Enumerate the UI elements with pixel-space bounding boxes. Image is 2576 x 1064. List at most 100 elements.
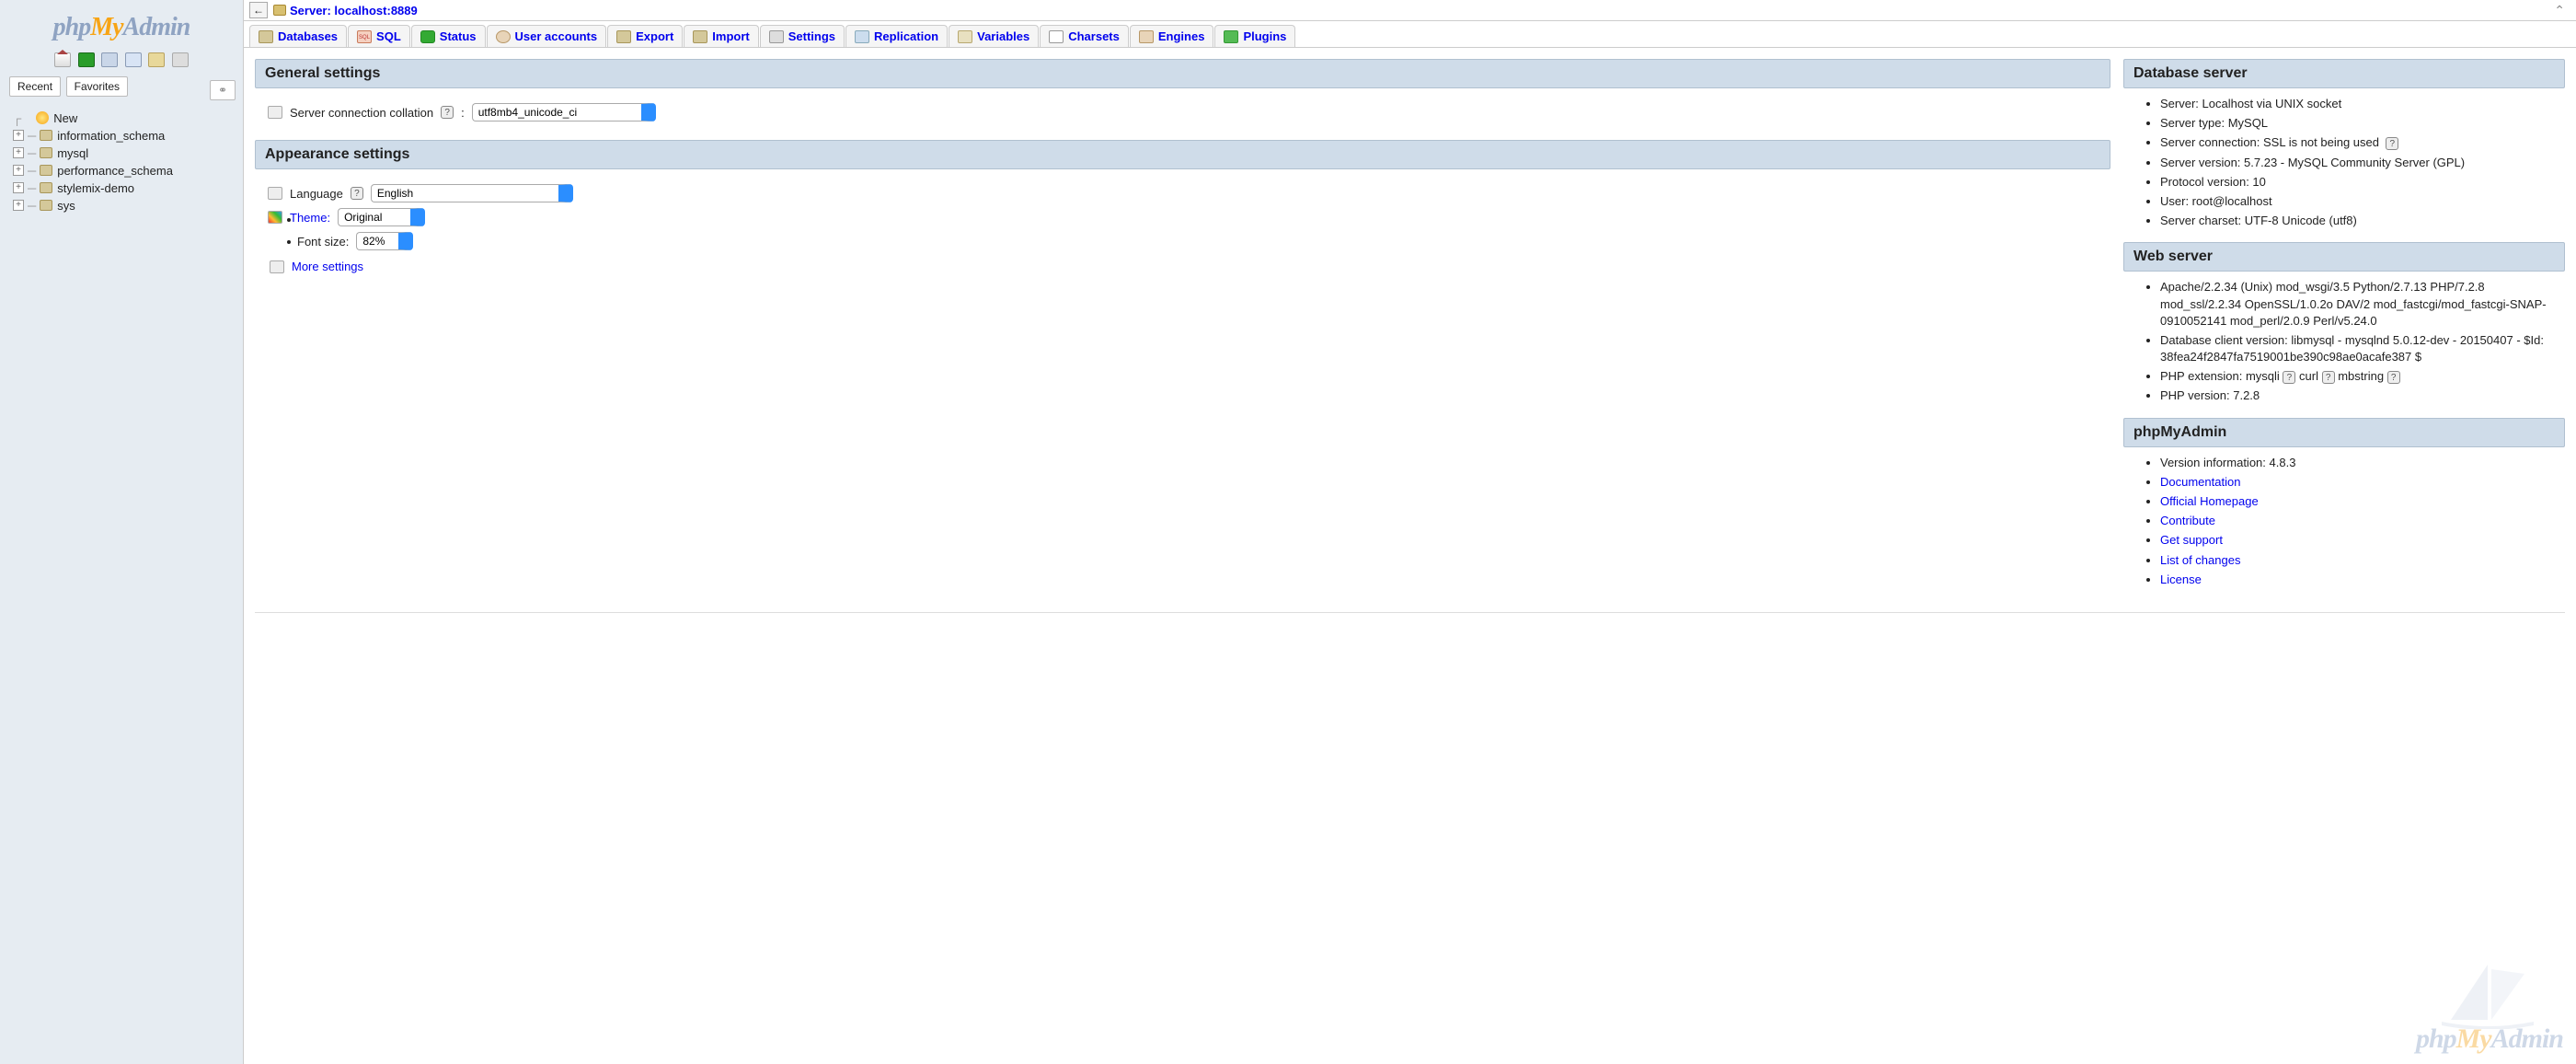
language-select[interactable]: English [371,184,573,202]
general-settings-heading: General settings [255,59,2110,88]
appearance-settings-heading: Appearance settings [255,140,2110,169]
more-settings-link[interactable]: More settings [292,260,363,273]
expand-icon[interactable]: + [13,147,24,158]
tab-icon [420,30,435,43]
recent-tab[interactable]: Recent [9,76,61,97]
docs-icon[interactable] [125,52,142,67]
tab-label: Export [636,29,673,43]
tree-branch-icon: ─ [28,164,36,178]
tab-engines[interactable]: Engines [1130,25,1214,47]
tab-import[interactable]: Import [684,25,758,47]
db-tree-item[interactable]: +─information_schema [13,127,237,145]
db-server-item: Server: Localhost via UNIX socket [2160,96,2565,112]
tab-label: Plugins [1243,29,1286,43]
tab-charsets[interactable]: Charsets [1040,25,1129,47]
theme-link[interactable]: Theme: [290,211,330,225]
sailboat-watermark-icon [2432,955,2543,1029]
database-tree: ┌ New +─information_schema+─mysql+─perfo… [13,110,237,214]
phpmyadmin-heading: phpMyAdmin [2123,418,2565,447]
database-server-heading: Database server [2123,59,2565,88]
phpmyadmin-logo: phpMyAdmin [6,13,237,42]
tab-settings[interactable]: Settings [760,25,845,47]
expand-icon[interactable]: + [13,165,24,176]
help-icon[interactable]: ? [2387,371,2400,384]
db-name: stylemix-demo [57,181,134,195]
database-icon [40,130,52,141]
tab-export[interactable]: Export [607,25,683,47]
database-icon [40,182,52,193]
tab-label: Engines [1158,29,1205,43]
help-icon[interactable]: ? [2283,371,2295,384]
tab-status[interactable]: Status [411,25,486,47]
db-server-item: Server connection: SSL is not being used… [2160,134,2565,151]
tab-icon [259,30,273,43]
homepage-link[interactable]: Official Homepage [2160,494,2259,508]
database-icon [40,200,52,211]
tab-icon [855,30,869,43]
tab-label: Import [712,29,749,43]
license-link[interactable]: License [2160,572,2202,586]
db-tree-item[interactable]: +─mysql [13,145,237,162]
sidebar-tabs: Recent Favorites ⚭ [9,76,237,97]
tab-user-accounts[interactable]: User accounts [487,25,607,47]
new-database-link[interactable]: ┌ New [13,110,237,127]
documentation-link[interactable]: Documentation [2160,475,2240,489]
tab-databases[interactable]: Databases [249,25,347,47]
changes-link[interactable]: List of changes [2160,553,2240,567]
collation-label: Server connection collation [290,106,433,120]
db-server-item: Server charset: UTF-8 Unicode (utf8) [2160,213,2565,229]
tab-plugins[interactable]: Plugins [1214,25,1295,47]
help-icon[interactable]: ? [2386,137,2398,150]
db-tree-item[interactable]: +─sys [13,197,237,214]
collation-select[interactable]: utf8mb4_unicode_ci [472,103,656,121]
tab-label: User accounts [515,29,598,43]
php-ext-info: PHP extension: mysqli ? curl ? mbstring … [2160,368,2565,385]
expand-icon[interactable]: + [13,182,24,193]
server-breadcrumb[interactable]: Server: localhost:8889 [290,4,418,17]
tab-icon [496,30,511,43]
tab-replication[interactable]: Replication [845,25,948,47]
fontsize-label: Font size: [297,235,349,249]
db-tree-item[interactable]: +─performance_schema [13,162,237,179]
version-info: Version information: 4.8.3 [2160,455,2565,471]
tab-icon [1139,30,1154,43]
tree-branch-icon: ─ [28,199,36,213]
link-icon[interactable]: ⚭ [210,80,236,100]
tab-icon [958,30,972,43]
sidebar-toolbar [6,52,237,67]
query-window-icon[interactable] [101,52,118,67]
back-button[interactable]: ← [249,2,268,18]
tab-sql[interactable]: SQL [348,25,410,47]
db-client-info: Database client version: libmysql - mysq… [2160,332,2565,365]
favorites-tab[interactable]: Favorites [66,76,128,97]
navigation-sidebar: phpMyAdmin Recent Favorites ⚭ ┌ New +─in… [0,0,244,1064]
home-icon[interactable] [54,52,71,67]
tab-label: SQL [376,29,401,43]
expand-icon[interactable]: + [13,200,24,211]
tab-variables[interactable]: Variables [949,25,1039,47]
tab-label: Databases [278,29,338,43]
theme-select[interactable]: Original [338,208,425,226]
contribute-link[interactable]: Contribute [2160,514,2215,527]
server-icon [273,5,286,16]
db-server-item: Server type: MySQL [2160,115,2565,132]
tree-branch-icon: ─ [28,146,36,160]
collation-icon [268,106,282,119]
db-server-item: Server version: 5.7.23 - MySQL Community… [2160,155,2565,171]
fontsize-select[interactable]: 82% [356,232,413,250]
expand-icon[interactable]: + [13,130,24,141]
collapse-top-icon[interactable]: ⌃ [2548,3,2570,18]
nav-settings-icon[interactable] [148,52,165,67]
db-tree-item[interactable]: +─stylemix-demo [13,179,237,197]
reload-icon[interactable] [172,52,189,67]
help-icon[interactable]: ? [351,187,363,200]
help-icon[interactable]: ? [2322,371,2335,384]
tab-icon [616,30,631,43]
logo-part-admin: Admin [123,13,190,41]
help-icon[interactable]: ? [441,106,454,119]
tab-label: Charsets [1068,29,1120,43]
logout-icon[interactable] [78,52,95,67]
new-label: New [53,111,77,125]
db-name: information_schema [57,129,165,143]
support-link[interactable]: Get support [2160,533,2223,547]
